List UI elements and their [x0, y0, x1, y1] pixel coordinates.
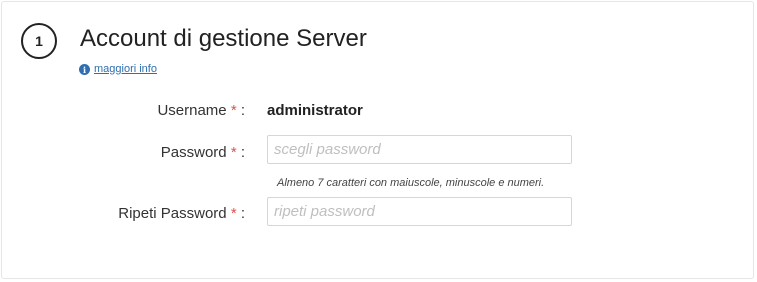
username-value: administrator [267, 102, 363, 119]
repeat-password-label: Ripeti Password [118, 205, 227, 222]
repeat-password-label-group: Ripeti Password * : [2, 205, 245, 222]
password-separator: : [240, 144, 245, 161]
username-separator: : [240, 102, 245, 119]
password-label: Password [160, 144, 227, 161]
more-info-link[interactable]: maggiori info [94, 63, 157, 75]
step-number-badge: 1 [21, 23, 57, 59]
info-circle-icon: i [79, 64, 90, 75]
username-label: Username [157, 102, 227, 119]
section-title: Account di gestione Server [80, 25, 367, 52]
username-required-mark: * [230, 102, 237, 119]
password-required-mark: * [230, 144, 237, 161]
step-number: 1 [35, 33, 43, 49]
username-label-group: Username * : [2, 102, 245, 119]
repeat-password-input[interactable] [267, 197, 572, 226]
password-input[interactable] [267, 135, 572, 164]
repeat-password-separator: : [240, 205, 245, 222]
password-hint: Almeno 7 caratteri con maiuscole, minusc… [277, 177, 545, 189]
server-account-card: 1 Account di gestione Server i maggiori … [1, 1, 754, 279]
repeat-password-required-mark: * [230, 205, 237, 222]
password-label-group: Password * : [2, 144, 245, 161]
more-info-link-wrapper: i maggiori info [79, 63, 157, 75]
